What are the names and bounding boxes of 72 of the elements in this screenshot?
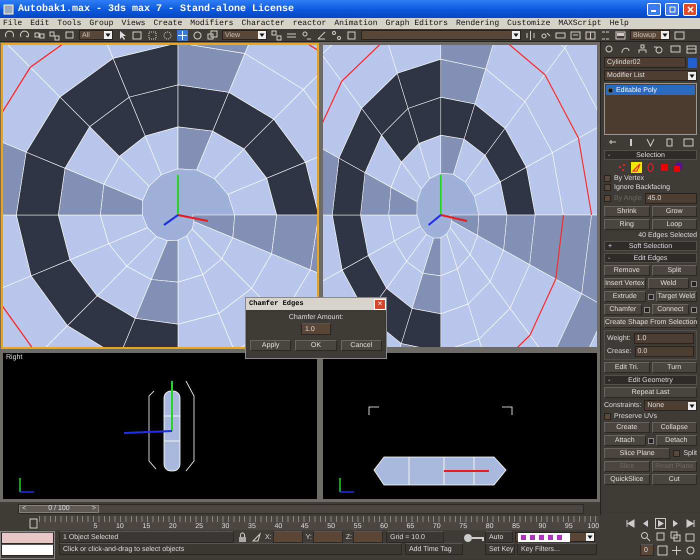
checkbox[interactable] [604,175,611,182]
menu-item[interactable]: Views [121,19,146,28]
app-icon [3,4,14,14]
object-color-swatch[interactable] [688,58,697,68]
menu-item[interactable]: Animation [334,19,378,28]
close-button[interactable] [683,2,697,16]
menu-item[interactable]: Group [89,19,114,28]
menu-item[interactable]: Character [241,19,285,28]
scale-icon[interactable] [207,30,218,40]
caret-icon [258,31,266,39]
settings-button[interactable] [644,306,650,312]
element-mode-button[interactable] [673,162,684,173]
restore-icon [668,6,676,12]
checkbox[interactable] [604,184,611,191]
go-to-start-icon[interactable] [625,518,636,528]
menu-item[interactable]: Help [610,19,629,28]
settings-button[interactable] [691,280,697,286]
settings-button[interactable] [691,306,697,312]
minimize-button[interactable] [647,2,661,16]
menu-item[interactable]: File [3,19,22,28]
go-to-end-icon[interactable] [685,518,696,528]
caret-icon [104,31,112,39]
close-button[interactable]: × [374,298,386,310]
caret-icon [661,31,669,39]
pan-icon[interactable] [671,544,682,556]
menu-item[interactable]: Create [153,19,182,28]
script-listener-field[interactable] [1,532,54,544]
key-set-dropdown[interactable] [515,532,595,542]
window-crossing-icon[interactable] [162,30,173,40]
menu-item[interactable]: reactor [292,19,326,28]
menu-item[interactable]: Edit [30,19,50,28]
rectangle-region-icon[interactable] [147,30,158,40]
caret-icon [586,533,594,541]
close-icon [686,6,694,12]
axis-tripod-icon [19,477,35,493]
edge-mode-button[interactable] [631,162,642,173]
viewport[interactable] [321,351,599,501]
hierarchy-icon[interactable] [636,44,648,55]
window-title: Autobak1.max - 3ds max 7 - Stand-alone License [18,4,296,14]
menu-item[interactable]: Customize [507,19,550,28]
angle-snap-icon[interactable] [316,30,327,40]
zoom-icon[interactable] [640,531,651,542]
coordinate-field[interactable] [353,531,384,543]
cursor-icon[interactable] [117,30,128,40]
menu-item[interactable]: MAXScript [558,19,602,28]
coordinate-field[interactable] [312,531,343,543]
move-icon[interactable] [177,30,188,40]
lock-icon[interactable] [237,532,248,542]
modifier-icon [608,88,613,92]
menu-item[interactable]: Modifiers [190,19,234,28]
caret-icon [688,72,696,80]
settings-button[interactable] [648,438,654,444]
vertex-mode-button[interactable] [617,162,628,173]
settings-button[interactable] [648,294,654,300]
checkbox[interactable] [604,413,611,420]
key-icon[interactable] [463,531,485,545]
axis-tripod-icon [339,477,355,493]
named-selection-dropdown[interactable] [361,30,521,40]
menu-item[interactable]: Tools [57,19,82,28]
caret-icon [512,31,520,39]
cursor-icon[interactable] [251,532,262,542]
restore-button[interactable] [665,2,679,16]
menu-item[interactable]: Rendering [456,19,500,28]
caret-icon [688,402,696,410]
play-icon[interactable] [655,518,666,528]
polygon-mode-button[interactable] [659,162,670,173]
redo-icon[interactable] [19,30,30,40]
script-listener-field[interactable] [1,544,54,556]
border-mode-button[interactable] [645,162,656,173]
menu-item[interactable]: Graph Editors [386,19,448,28]
coordinate-field[interactable] [272,531,303,543]
checkbox[interactable] [673,450,680,457]
